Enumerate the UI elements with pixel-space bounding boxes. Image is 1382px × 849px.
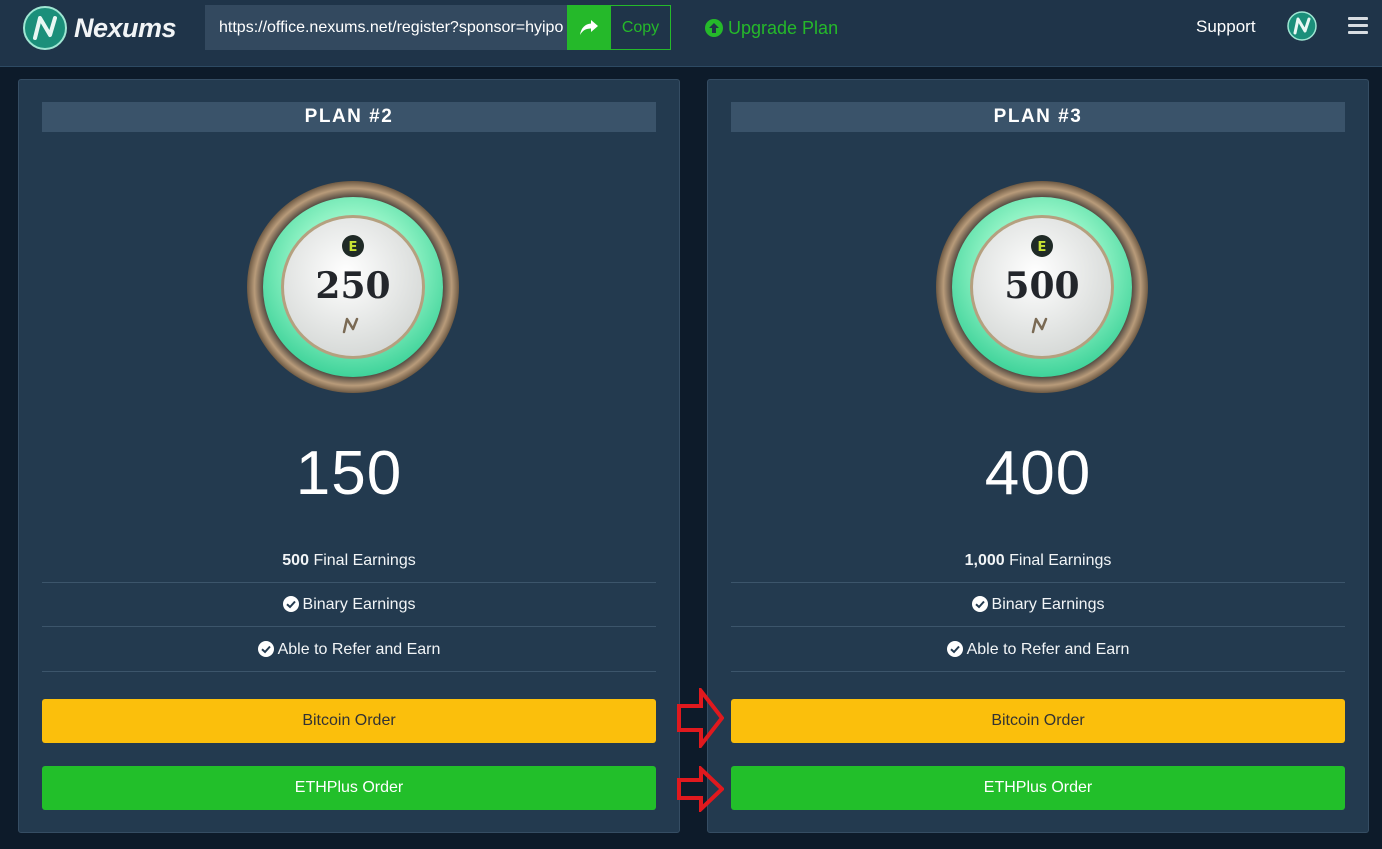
refer-earn-row: Able to Refer and Earn (731, 628, 1345, 672)
refer-earn-label: Able to Refer and Earn (277, 641, 441, 658)
check-circle-icon (257, 641, 274, 657)
bitcoin-order-button[interactable]: Bitcoin Order (731, 699, 1345, 743)
plan-coin-image: E 250 (247, 181, 459, 393)
final-earnings-amount: 1,000 (964, 552, 1005, 569)
binary-earnings-row: Binary Earnings (42, 583, 656, 627)
svg-text:E: E (1038, 240, 1047, 255)
upgrade-plan-link[interactable]: Upgrade Plan (705, 16, 838, 40)
binary-earnings-row: Binary Earnings (731, 583, 1345, 627)
referral-link-input[interactable] (205, 5, 567, 50)
arrow-up-circle-icon (705, 19, 723, 37)
final-earnings-label: Final Earnings (313, 552, 416, 569)
final-earnings-amount: 500 (282, 552, 309, 569)
check-circle-icon (971, 596, 988, 612)
account-avatar-icon[interactable] (1287, 11, 1317, 41)
final-earnings-row: 1,000 Final Earnings (731, 539, 1345, 583)
copy-button[interactable]: Copy (610, 5, 671, 50)
svg-text:E: E (349, 240, 358, 255)
coin-value-text: 500 (1004, 265, 1079, 307)
red-arrow-icon (677, 766, 724, 812)
final-earnings-row: 500 Final Earnings (42, 539, 656, 583)
hamburger-menu-icon[interactable] (1348, 17, 1368, 35)
share-arrow-icon (579, 19, 598, 35)
refer-earn-row: Able to Refer and Earn (42, 628, 656, 672)
bitcoin-order-button[interactable]: Bitcoin Order (42, 699, 656, 743)
plan-card-2: PLAN #2 E 250 150 500 Final Earnings Bin… (18, 79, 680, 833)
red-arrow-icon (677, 688, 724, 748)
plan-coin-image: E 500 (936, 181, 1148, 393)
check-circle-icon (946, 641, 963, 657)
brand-logo[interactable]: Nexums (22, 5, 177, 51)
plan-price: 150 (295, 439, 403, 508)
ethplus-order-button[interactable]: ETHPlus Order (42, 766, 656, 810)
brand-name: Nexums (74, 12, 177, 43)
plan-title: PLAN #2 (42, 102, 656, 132)
binary-earnings-label: Binary Earnings (991, 596, 1105, 613)
refer-earn-label: Able to Refer and Earn (966, 641, 1130, 658)
support-link[interactable]: Support (1196, 17, 1256, 37)
plan-card-3: PLAN #3 E 500 400 1,000 Final Earnings B… (707, 79, 1369, 833)
share-button[interactable] (567, 5, 610, 50)
final-earnings-label: Final Earnings (1009, 552, 1112, 569)
top-bar: Nexums Copy Upgrade Plan Support (0, 0, 1382, 67)
coin-value-text: 250 (315, 265, 390, 307)
binary-earnings-label: Binary Earnings (302, 596, 416, 613)
nexums-logo-icon (23, 6, 67, 50)
upgrade-plan-label: Upgrade Plan (728, 17, 839, 38)
ethplus-order-button[interactable]: ETHPlus Order (731, 766, 1345, 810)
plan-price: 400 (984, 439, 1092, 508)
plan-title: PLAN #3 (731, 102, 1345, 132)
check-circle-icon (282, 596, 299, 612)
